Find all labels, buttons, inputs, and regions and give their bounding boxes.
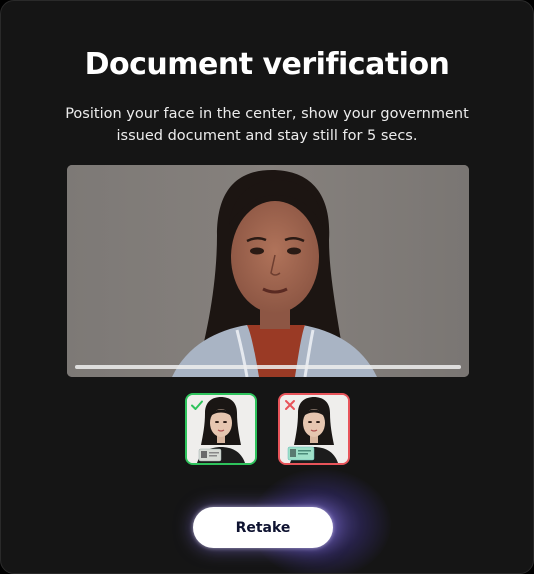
check-icon [191, 400, 203, 410]
instructions-text: Position your face in the center, show y… [41, 103, 493, 147]
incorrect-example-thumbnail [278, 393, 350, 465]
instructions-line-1: Position your face in the center, show y… [65, 106, 469, 122]
page-title: Document verification [84, 47, 450, 82]
cross-icon [285, 400, 295, 410]
instructions-line-2: issued document and stay still for 5 sec… [116, 128, 418, 144]
camera-feed-image [67, 165, 469, 377]
capture-progress-fill [75, 365, 461, 369]
correct-example-thumbnail [185, 393, 257, 465]
verification-card: Document verification Position your face… [0, 0, 534, 574]
capture-progress-bar [75, 365, 461, 369]
retake-button[interactable]: Retake [193, 507, 333, 548]
camera-preview [67, 165, 469, 377]
